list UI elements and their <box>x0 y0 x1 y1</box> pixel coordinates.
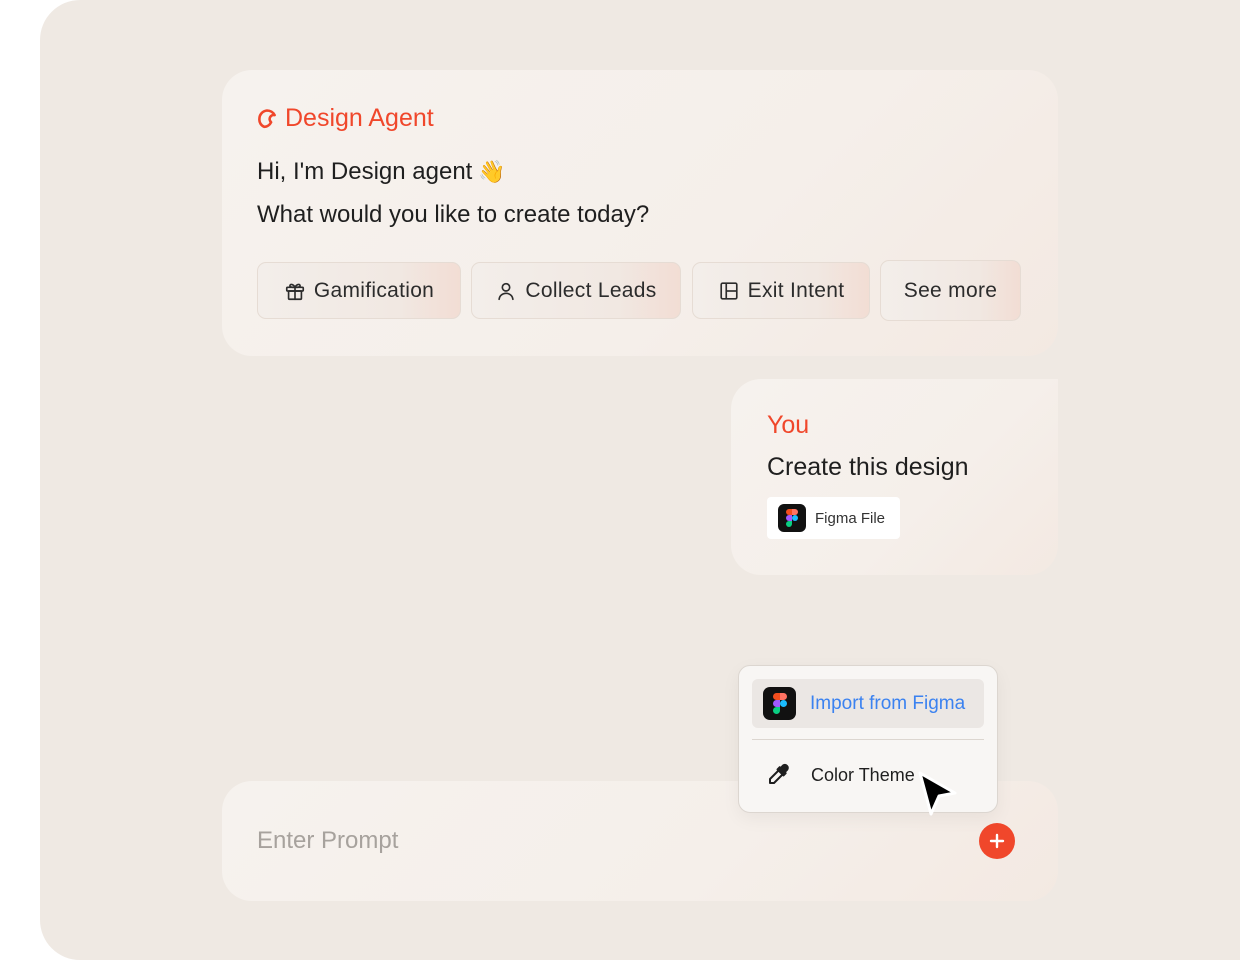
menu-divider <box>752 739 984 740</box>
agent-name: Design Agent <box>285 104 434 132</box>
layout-icon <box>720 281 738 300</box>
prompt-input[interactable] <box>257 819 937 863</box>
agent-greeting-text: Hi, I'm Design agent <box>257 158 473 185</box>
add-button[interactable] <box>979 823 1015 859</box>
user-sender-label: You <box>767 411 810 439</box>
agent-question: What would you like to create today? <box>257 201 650 228</box>
attach-menu: Import from Figma Color Theme <box>738 665 998 813</box>
suggestion-label: Gamification <box>313 278 435 302</box>
suggestion-label: Exit Intent <box>747 278 845 302</box>
waving-hand-icon: 👋 <box>478 159 506 184</box>
plus-icon <box>989 833 1005 849</box>
menu-item-import-figma[interactable]: Import from Figma <box>752 679 984 728</box>
agent-message-card: Design Agent Hi, I'm Design agent 👋 What… <box>222 70 1058 356</box>
figma-icon <box>778 504 806 532</box>
user-message-card: You Create this design Figma File <box>731 379 1058 575</box>
agent-header: Design Agent <box>257 104 434 133</box>
see-more-label: See more <box>903 278 998 302</box>
agent-greeting: Hi, I'm Design agent 👋 <box>257 158 506 186</box>
user-icon <box>498 282 515 300</box>
gift-icon <box>285 283 304 300</box>
eyedropper-icon <box>769 763 789 784</box>
suggestion-label: Collect Leads <box>525 278 657 302</box>
user-message-text: Create this design <box>767 453 969 481</box>
figma-icon <box>763 687 796 720</box>
see-more-button[interactable]: See more <box>880 260 1021 321</box>
menu-item-color-theme[interactable]: Color Theme <box>752 752 984 798</box>
menu-item-label: Import from Figma <box>810 692 966 714</box>
suggestion-gamification-button[interactable]: Gamification <box>257 262 461 319</box>
attachment-label: Figma File <box>815 509 886 527</box>
figma-file-attachment[interactable]: Figma File <box>767 497 900 539</box>
suggestion-collect-leads-button[interactable]: Collect Leads <box>471 262 681 319</box>
suggestion-exit-intent-button[interactable]: Exit Intent <box>692 262 870 319</box>
agent-logo-icon <box>258 108 276 128</box>
menu-item-label: Color Theme <box>811 764 915 785</box>
